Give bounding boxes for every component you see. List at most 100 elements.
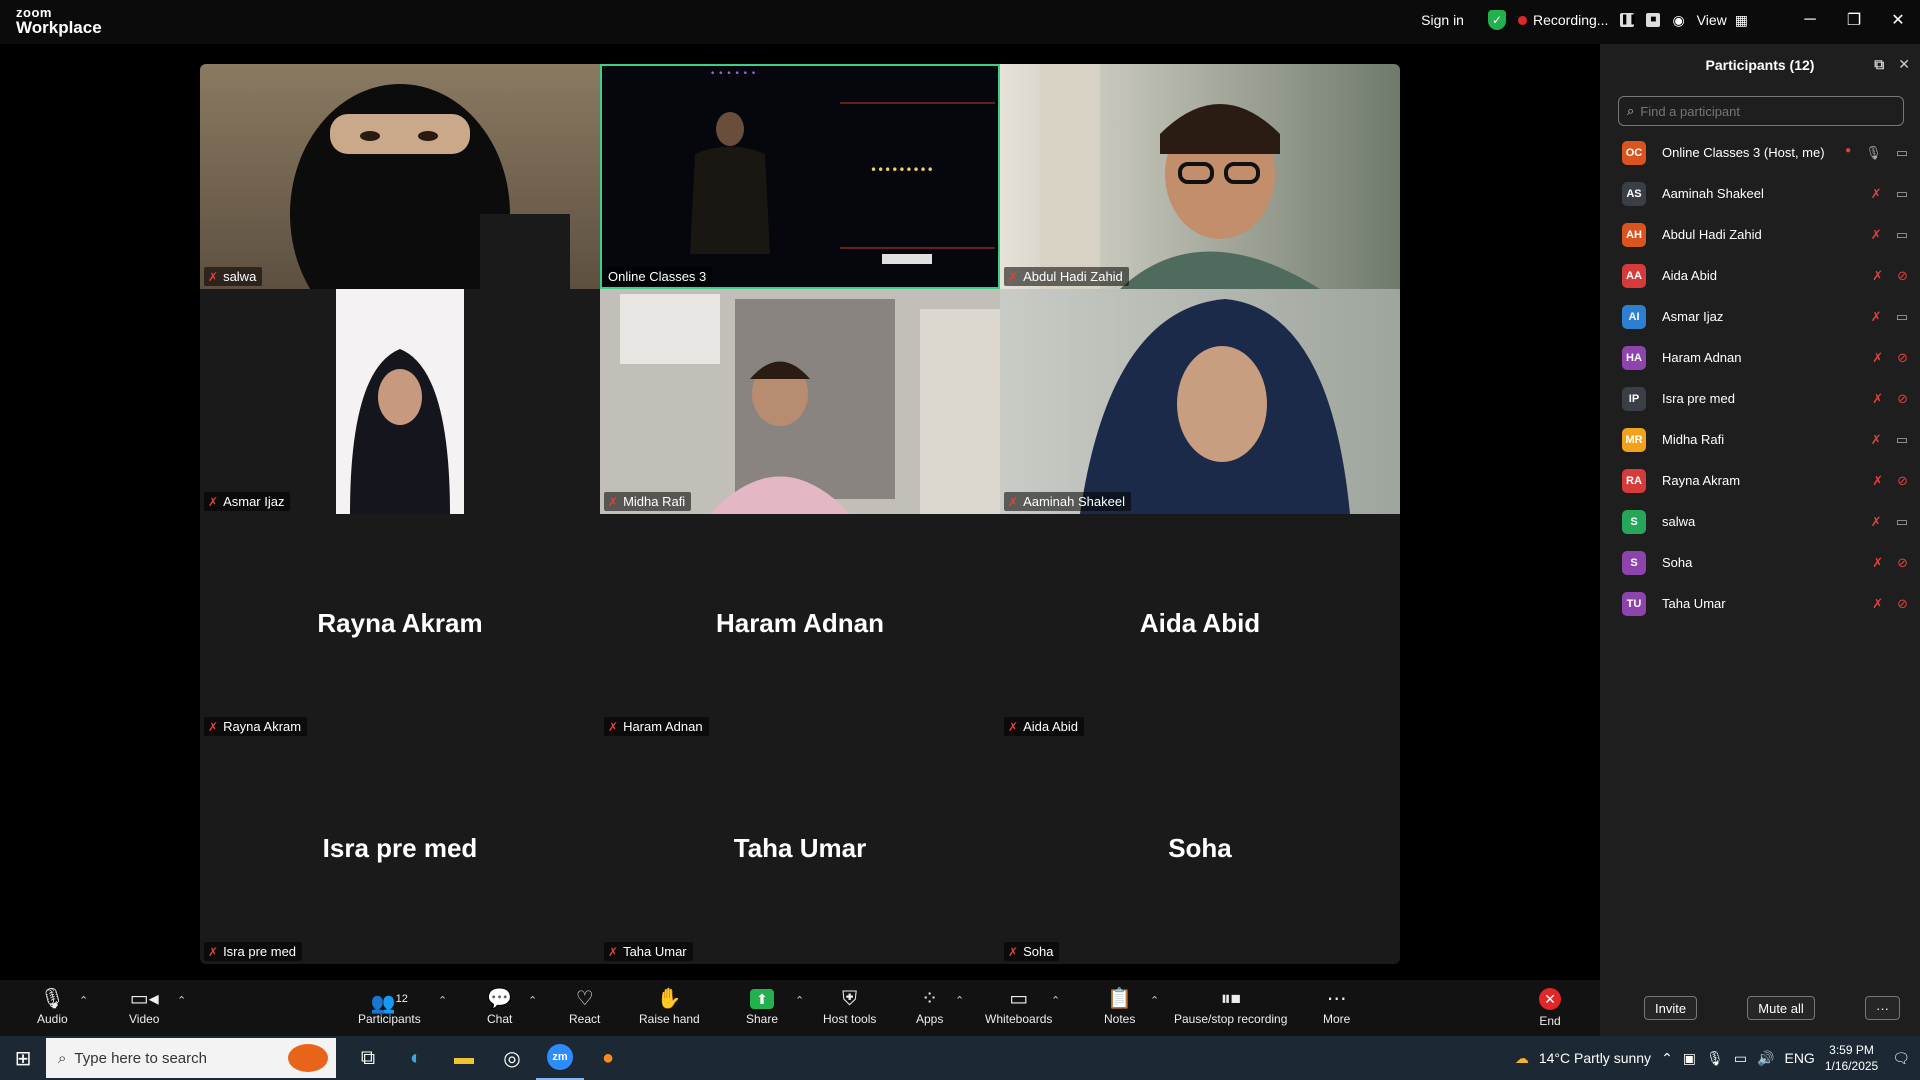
weather-icon[interactable]: ☁ xyxy=(1515,1050,1529,1067)
participant-search-input[interactable] xyxy=(1640,103,1881,119)
camera-icon[interactable]: ▭ xyxy=(1896,309,1908,325)
view-button[interactable]: View ▦ xyxy=(1697,12,1748,29)
mic-muted-icon[interactable]: ✗ xyxy=(1871,186,1882,202)
camera-off-icon[interactable]: ⊘ xyxy=(1897,555,1908,571)
encryption-shield-icon[interactable]: ✓ xyxy=(1487,10,1506,30)
apps-button[interactable]: ⁘ Apps xyxy=(916,986,943,1026)
participants-button[interactable]: 👥12 Participants xyxy=(358,986,421,1026)
invite-button[interactable]: Invite xyxy=(1644,996,1698,1020)
chat-options-chevron-icon[interactable]: ⌃ xyxy=(528,994,537,1007)
microphone-icon[interactable]: 🎙 xyxy=(1865,145,1882,161)
windows-start-icon[interactable]: ⊞ xyxy=(0,1046,46,1071)
more-button[interactable]: ⋯ More xyxy=(1323,986,1350,1026)
meet-now-icon[interactable]: ▣ xyxy=(1683,1050,1696,1067)
camera-off-icon[interactable]: ⊘ xyxy=(1897,350,1908,366)
notifications-icon[interactable]: 🗨 xyxy=(1892,1050,1910,1067)
camera-off-icon[interactable]: ⊘ xyxy=(1897,596,1908,612)
avatar-tile[interactable]: Soha ✗ Soha xyxy=(1000,739,1400,964)
pause-recording-icon[interactable]: ❚❚ xyxy=(1620,13,1637,27)
end-button[interactable]: ✕ End xyxy=(1539,986,1561,1028)
clock[interactable]: 3:59 PM 1/16/2025 xyxy=(1825,1042,1878,1074)
taskbar-search[interactable]: ⌕ Type here to search xyxy=(46,1038,336,1078)
pause-stop-recording-button[interactable]: ⏸⏹ Pause/stop recording xyxy=(1174,986,1287,1026)
host-tools-button[interactable]: ⛨ Host tools xyxy=(823,986,876,1026)
participant-row[interactable]: S Soha ✗ ⊘ xyxy=(1600,542,1920,583)
participant-row[interactable]: AH Abdul Hadi Zahid ✗ ▭ xyxy=(1600,214,1920,255)
network-icon[interactable]: ▭ xyxy=(1734,1050,1747,1067)
participant-row[interactable]: TU Taha Umar ✗ ⊘ xyxy=(1600,583,1920,624)
camera-off-icon[interactable]: ⊘ xyxy=(1897,391,1908,407)
mute-all-button[interactable]: Mute all xyxy=(1747,996,1815,1020)
avatar-tile[interactable]: Taha Umar ✗ Taha Umar xyxy=(600,739,1000,964)
edge-browser-icon[interactable]: ◐ xyxy=(392,1036,440,1080)
notes-button[interactable]: 📋 Notes xyxy=(1104,986,1135,1026)
more-options-button[interactable]: ··· xyxy=(1864,996,1900,1020)
video-tile[interactable]: ✗ Aaminah Shakeel xyxy=(1000,289,1400,514)
participant-row[interactable]: OC Online Classes 3 (Host, me) ● 🎙 ▭ xyxy=(1600,132,1920,173)
mic-muted-icon[interactable]: ✗ xyxy=(1871,227,1882,243)
participant-row[interactable]: AI Asmar Ijaz ✗ ▭ xyxy=(1600,296,1920,337)
restore-icon[interactable]: ❐ xyxy=(1832,10,1876,30)
video-tile[interactable]: ✗ Asmar Ijaz xyxy=(200,289,600,514)
firefox-icon[interactable]: ● xyxy=(584,1036,632,1080)
apps-options-chevron-icon[interactable]: ⌃ xyxy=(955,994,964,1007)
mic-muted-icon[interactable]: ✗ xyxy=(1872,350,1883,366)
zoom-app-icon[interactable]: zm xyxy=(536,1036,584,1080)
file-explorer-icon[interactable]: ▬ xyxy=(440,1036,488,1080)
share-options-chevron-icon[interactable]: ⌃ xyxy=(795,994,804,1007)
mic-muted-icon[interactable]: ✗ xyxy=(1872,473,1883,489)
mic-muted-icon[interactable]: ✗ xyxy=(1872,391,1883,407)
volume-icon[interactable]: 🔊 xyxy=(1757,1050,1774,1067)
task-view-icon[interactable]: ⧉ xyxy=(344,1036,392,1080)
share-button[interactable]: ⬆ Share xyxy=(746,986,778,1026)
pop-out-icon[interactable]: ⧉ xyxy=(1874,56,1884,73)
weather-text[interactable]: 14°C Partly sunny xyxy=(1539,1050,1651,1066)
sign-in-link[interactable]: Sign in xyxy=(1421,12,1464,28)
camera-icon[interactable]: ▭ xyxy=(1896,432,1908,448)
participant-row[interactable]: Ssalwa ✗ ▭ xyxy=(1600,501,1920,542)
notes-options-chevron-icon[interactable]: ⌃ xyxy=(1150,994,1159,1007)
minimize-icon[interactable]: ─ xyxy=(1788,11,1832,29)
record-target-icon[interactable]: ◉ xyxy=(1672,12,1684,29)
close-panel-icon[interactable]: ✕ xyxy=(1898,56,1910,73)
participant-row[interactable]: AA Aida Abid ✗ ⊘ xyxy=(1600,255,1920,296)
participant-row[interactable]: IP Isra pre med ✗ ⊘ xyxy=(1600,378,1920,419)
video-options-chevron-icon[interactable]: ⌃ xyxy=(177,994,186,1007)
mic-muted-icon[interactable]: ✗ xyxy=(1872,268,1883,284)
camera-icon[interactable]: ▭ xyxy=(1896,227,1908,243)
video-button[interactable]: ▭◂ Video xyxy=(129,986,159,1026)
participant-row[interactable]: HA Haram Adnan ✗ ⊘ xyxy=(1600,337,1920,378)
whiteboards-options-chevron-icon[interactable]: ⌃ xyxy=(1051,994,1060,1007)
camera-off-icon[interactable]: ⊘ xyxy=(1897,268,1908,284)
video-tile[interactable]: ✗ salwa xyxy=(200,64,600,289)
mic-muted-icon[interactable]: ✗ xyxy=(1872,596,1883,612)
avatar-tile[interactable]: Isra pre med ✗ Isra pre med xyxy=(200,739,600,964)
avatar-tile[interactable]: Aida Abid ✗ Aida Abid xyxy=(1000,514,1400,739)
participant-row[interactable]: AS Aaminah Shakeel ✗ ▭ xyxy=(1600,173,1920,214)
video-tile-active-speaker[interactable]: ••••••••• • • • • • • Online Classes 3 xyxy=(600,64,1000,289)
chevron-up-icon[interactable]: ⌃ xyxy=(1661,1050,1673,1067)
camera-icon[interactable]: ▭ xyxy=(1896,145,1908,161)
react-button[interactable]: ♡ React xyxy=(569,986,600,1026)
language-indicator[interactable]: ENG xyxy=(1784,1050,1814,1066)
participant-row[interactable]: MR Midha Rafi ✗ ▭ xyxy=(1600,419,1920,460)
camera-off-icon[interactable]: ⊘ xyxy=(1897,473,1908,489)
mic-muted-icon[interactable]: ✗ xyxy=(1871,514,1882,530)
avatar-tile[interactable]: Rayna Akram ✗ Rayna Akram xyxy=(200,514,600,739)
mic-muted-icon[interactable]: ✗ xyxy=(1872,555,1883,571)
avatar-tile[interactable]: Haram Adnan ✗ Haram Adnan xyxy=(600,514,1000,739)
raise-hand-button[interactable]: ✋ Raise hand xyxy=(639,986,700,1026)
whiteboards-button[interactable]: ▭ Whiteboards xyxy=(985,986,1052,1026)
video-tile[interactable]: ✗ Midha Rafi xyxy=(600,289,1000,514)
camera-icon[interactable]: ▭ xyxy=(1896,514,1908,530)
mic-muted-icon[interactable]: ✗ xyxy=(1871,309,1882,325)
camera-icon[interactable]: ▭ xyxy=(1896,186,1908,202)
participant-row[interactable]: RA Rayna Akram ✗ ⊘ xyxy=(1600,460,1920,501)
obs-icon[interactable]: ◎ xyxy=(488,1036,536,1080)
mic-muted-icon[interactable]: ✗ xyxy=(1871,432,1882,448)
stop-recording-icon[interactable]: ■ xyxy=(1646,13,1661,27)
video-tile[interactable]: ✗ Abdul Hadi Zahid xyxy=(1000,64,1400,289)
chat-button[interactable]: 💬 Chat xyxy=(487,986,512,1026)
audio-button[interactable]: 🎙 Audio xyxy=(37,986,68,1026)
audio-options-chevron-icon[interactable]: ⌃ xyxy=(79,994,88,1007)
